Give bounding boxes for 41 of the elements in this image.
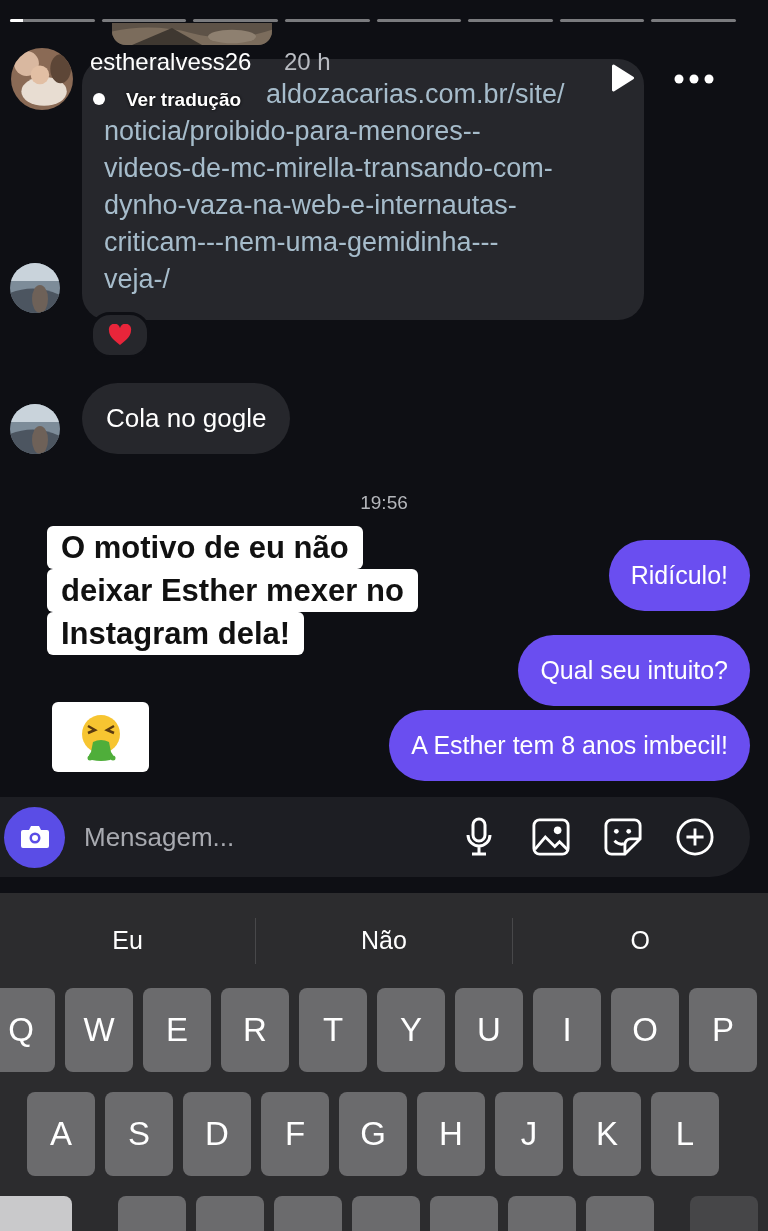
play-icon[interactable] xyxy=(610,64,635,92)
keyboard-key[interactable]: E xyxy=(143,988,211,1072)
caption-text: deixar Esther mexer no xyxy=(47,569,418,612)
image-icon[interactable] xyxy=(532,817,570,857)
camera-icon xyxy=(19,824,50,850)
keyboard-key[interactable]: Q xyxy=(0,988,55,1072)
keyboard-key[interactable]: L xyxy=(651,1092,719,1176)
keyboard-key[interactable]: A xyxy=(27,1092,95,1176)
sent-message: Ridículo! xyxy=(608,540,750,611)
message-input[interactable]: Mensagem... xyxy=(82,820,460,854)
keyboard-key[interactable]: J xyxy=(495,1092,563,1176)
keyboard-key[interactable]: W xyxy=(65,988,133,1072)
keyboard-key[interactable]: D xyxy=(183,1092,251,1176)
heart-icon xyxy=(108,324,132,346)
keyboard-key[interactable]: T xyxy=(299,988,367,1072)
suggestion-button[interactable]: O xyxy=(512,925,768,956)
sent-message: Qual seu intuito? xyxy=(518,635,750,706)
keyboard-key[interactable]: R xyxy=(221,988,289,1072)
keyboard-key[interactable]: K xyxy=(573,1092,641,1176)
keyboard-key[interactable]: S xyxy=(105,1092,173,1176)
keyboard-key[interactable]: I xyxy=(533,988,601,1072)
caption-text: Instagram dela! xyxy=(47,612,305,655)
add-icon[interactable] xyxy=(676,817,714,857)
sticker-icon[interactable] xyxy=(604,817,642,857)
translate-dot-icon xyxy=(93,93,105,105)
caption-text: O motivo de eu não xyxy=(47,526,363,569)
keyboard-key[interactable]: G xyxy=(339,1092,407,1176)
suggestion-button[interactable]: Eu xyxy=(0,925,256,956)
suggestion-button[interactable]: Não xyxy=(256,925,512,956)
message-bubble: Cola no gogle xyxy=(82,383,291,454)
timestamp: 19:56 xyxy=(359,492,409,514)
camera-button[interactable] xyxy=(4,806,65,868)
keyboard-key[interactable]: F xyxy=(261,1092,329,1176)
sent-message: A Esther tem 8 anos imbecil! xyxy=(389,710,750,781)
keyboard-key[interactable]: P xyxy=(689,988,757,1072)
more-icon[interactable] xyxy=(674,73,714,85)
keyboard-key[interactable]: U xyxy=(455,988,523,1072)
keyboard-key[interactable]: H xyxy=(417,1092,485,1176)
keyboard-key[interactable]: O xyxy=(611,988,679,1072)
keyboard-key[interactable]: Y xyxy=(377,988,445,1072)
translate-link[interactable]: Ver tradução xyxy=(126,89,242,111)
